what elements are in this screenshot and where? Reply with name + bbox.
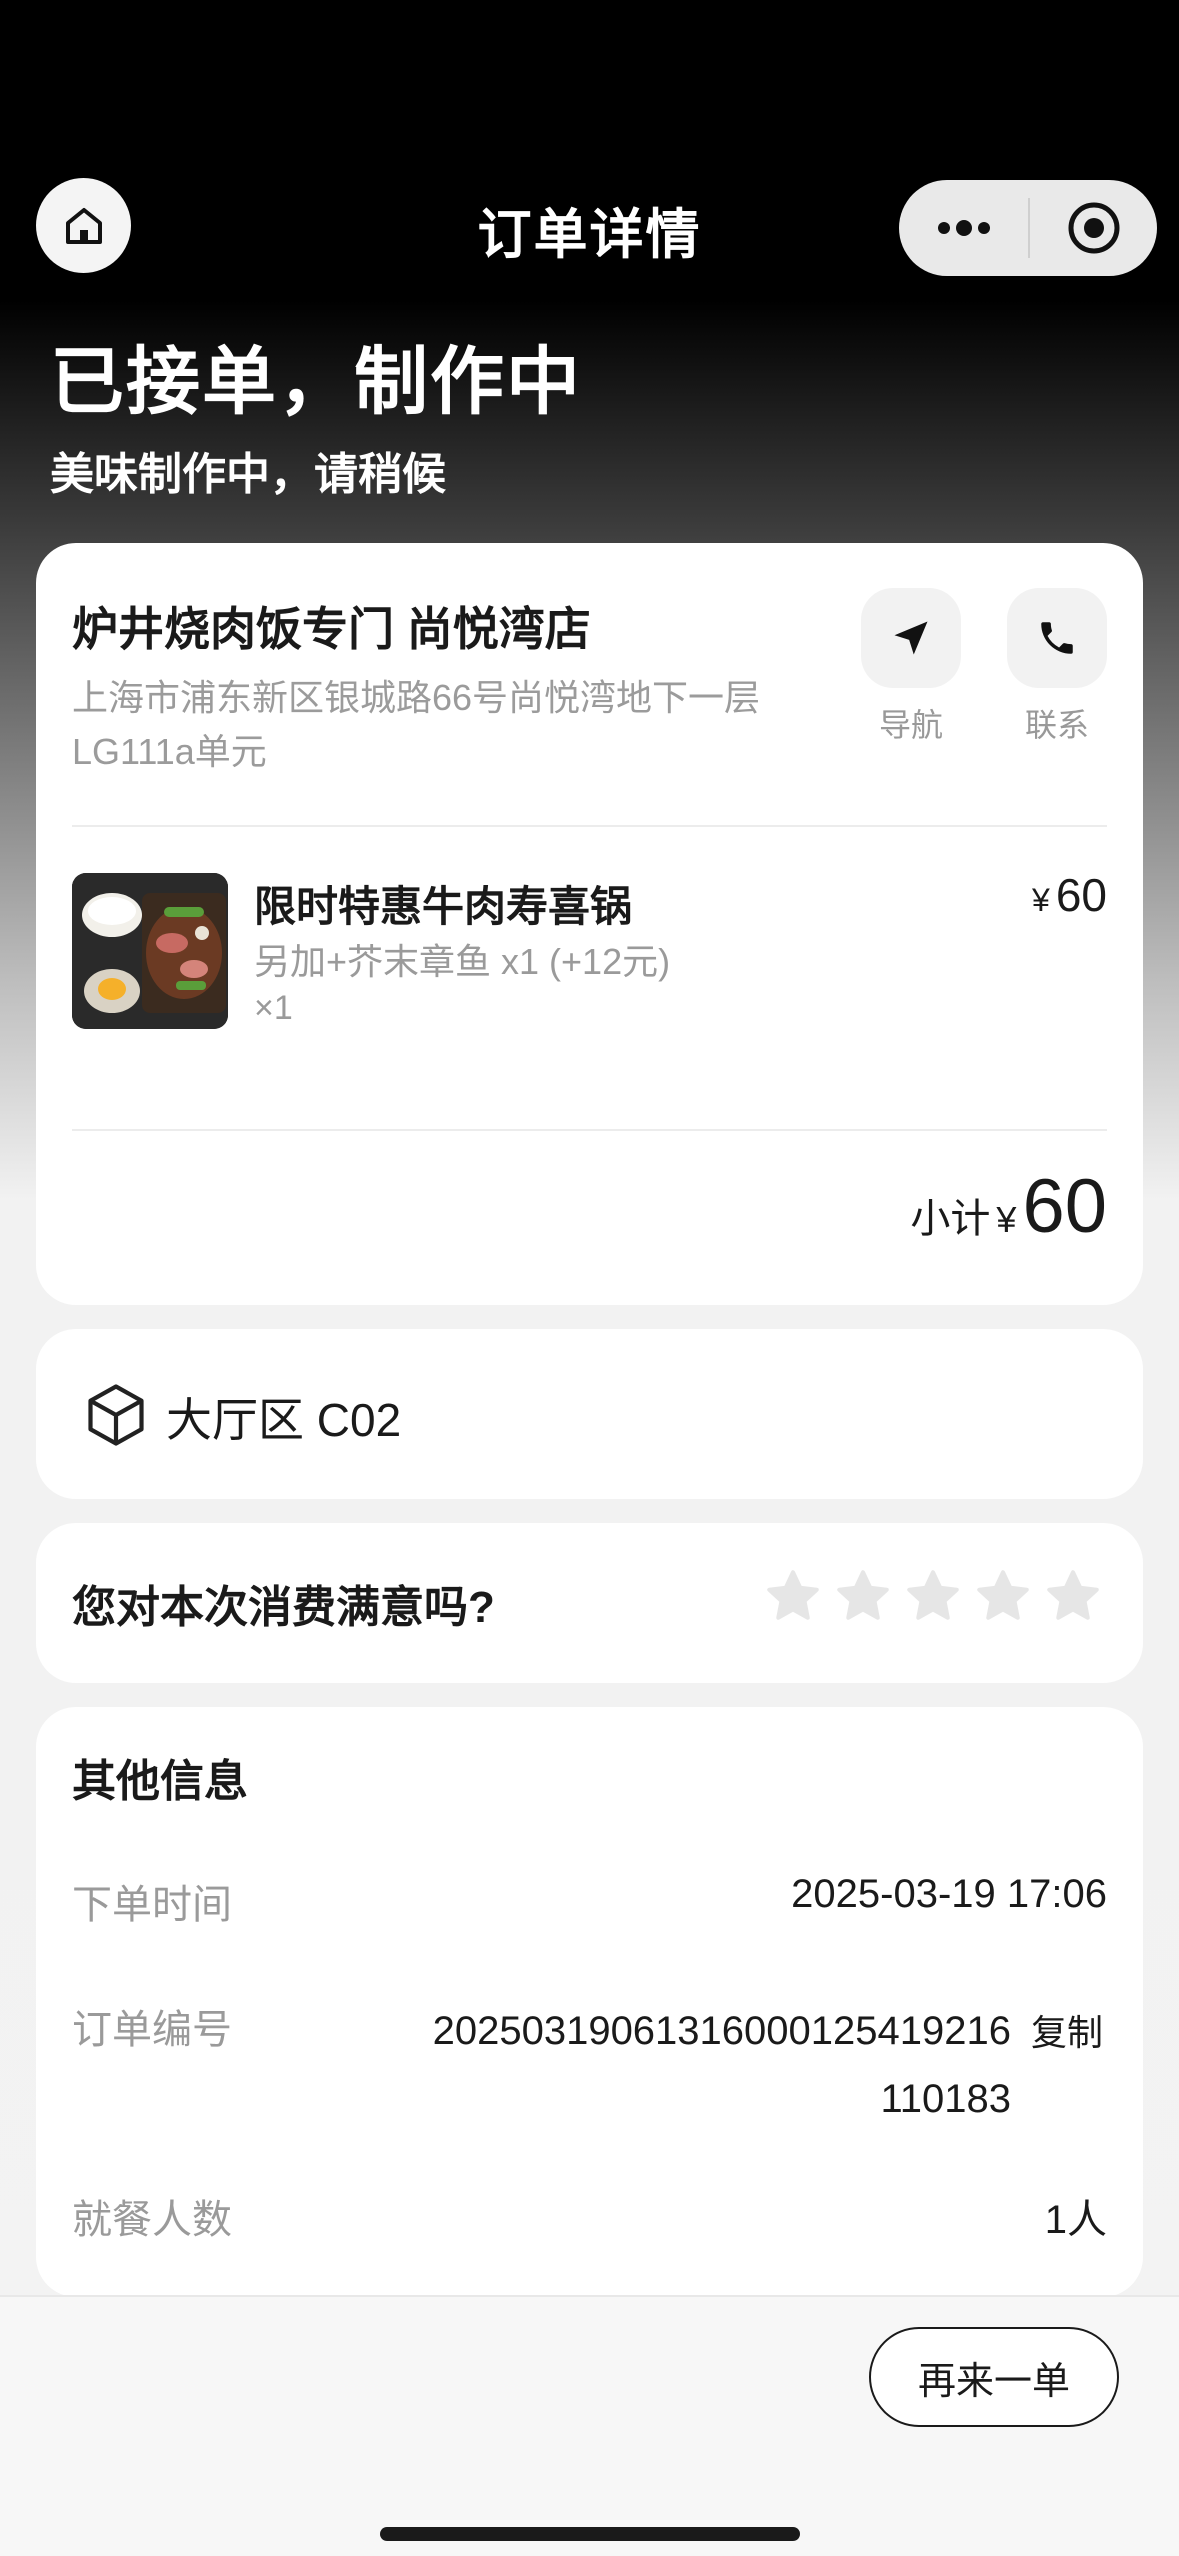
store-name: 炉井烧肉饭专门 尚悦湾店 [72,603,591,655]
item-currency: ¥ [1032,882,1050,918]
navigate-button[interactable]: 导航 [861,588,961,746]
order-status-title: 已接单，制作中 [50,340,582,423]
copy-order-no-button[interactable]: 复制 [1031,2004,1103,2056]
star-icon[interactable] [903,1566,963,1626]
item-price: ¥60 [1032,868,1107,922]
other-info-card: 其他信息 下单时间 2025-03-19 17:06 订单编号 20250319… [36,1707,1143,2297]
miniprogram-capsule [899,180,1157,276]
subtotal-amount: 60 [1022,1164,1107,1249]
star-icon[interactable] [1043,1566,1103,1626]
navigate-icon-wrap [861,588,961,688]
star-icon[interactable] [763,1566,823,1626]
order-time-value: 2025-03-19 17:06 [791,1872,1107,1916]
rating-question: 您对本次消费满意吗? [72,1583,495,1632]
star-icon[interactable] [973,1566,1033,1626]
reorder-button[interactable]: 再来一单 [869,2327,1119,2427]
order-no-label: 订单编号 [72,2008,232,2052]
food-photo [72,873,228,1029]
store-order-card: 炉井烧肉饭专门 尚悦湾店 上海市浦东新区银城路66号尚悦湾地下一层LG111a单… [36,543,1143,1305]
item-image[interactable] [72,873,228,1029]
store-divider [72,825,1107,827]
item-quantity: ×1 [254,989,293,1027]
item-price-value: 60 [1055,869,1107,921]
more-icon [937,220,990,236]
diners-value: 1人 [1044,2198,1107,2242]
other-info-title: 其他信息 [72,1757,248,1806]
subtotal-currency: ¥ [996,1199,1017,1240]
table-number: 大厅区 C02 [166,1394,402,1446]
home-indicator[interactable] [380,2527,800,2541]
star-icon[interactable] [833,1566,893,1626]
top-navigation: 订单详情 [0,0,1179,300]
order-status-subtitle: 美味制作中，请稍候 [50,450,446,499]
contact-label: 联系 [1024,707,1089,743]
item-name: 限时特惠牛肉寿喜锅 [254,883,633,930]
item-spec: 另加+芥末章鱼 x1 (+12元) [254,941,671,982]
order-no-value: 20250319061316000125419216110183 [432,2009,1011,2121]
more-button[interactable] [899,180,1028,276]
navigate-label: 导航 [878,707,943,743]
store-address: 上海市浦东新区银城路66号尚悦湾地下一层LG111a单元 [72,677,761,772]
rating-card: 您对本次消费满意吗? [36,1523,1143,1683]
table-card: 大厅区 C02 [36,1329,1143,1499]
rating-stars [763,1566,1103,1626]
close-miniprogram-icon [1068,202,1119,254]
order-time-label: 下单时间 [72,1883,232,1927]
items-divider [72,1129,1107,1131]
diners-label: 就餐人数 [72,2198,232,2242]
navigation-arrow-icon [894,621,928,655]
phone-icon [1041,622,1073,654]
table-box-icon [88,1384,144,1446]
close-miniprogram-button[interactable] [1030,180,1157,276]
subtotal: 小计 ¥60 [910,1163,1107,1250]
bottom-action-bar: 再来一单 [0,2295,1179,2556]
contact-icon-wrap [1007,588,1107,688]
contact-button[interactable]: 联系 [1007,588,1107,746]
subtotal-label: 小计 [910,1197,991,1241]
